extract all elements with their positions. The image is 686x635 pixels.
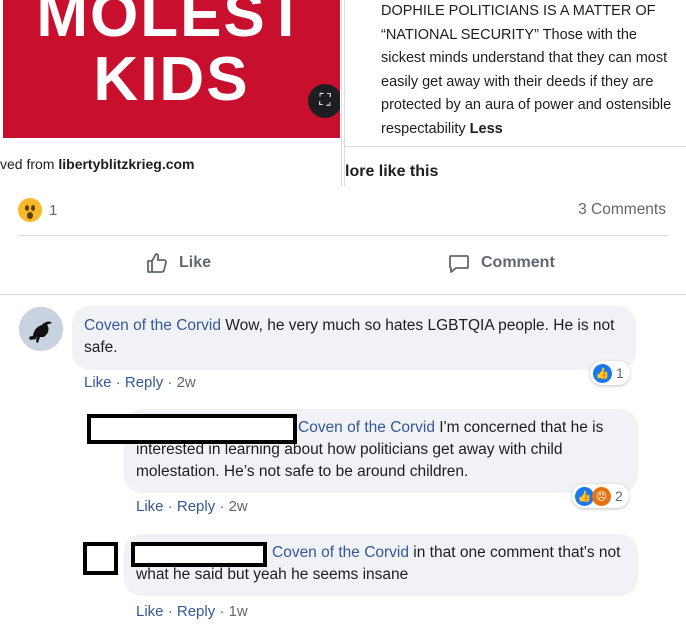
more-like-this-heading: lore like this [345,163,439,180]
expand-icon[interactable]: ⛶ [308,84,340,118]
comment-actions: Like · Reply · 2w [84,374,196,391]
post-actions: Like Comment [18,245,668,285]
thumbs-up-icon [147,253,167,273]
comment-reactions-badge[interactable]: 👍 1 [590,361,630,385]
like-button[interactable]: Like [145,251,211,275]
comment-like-link[interactable]: Like [136,603,164,620]
excerpt-card: DOPHILE POLITICIANS IS A MATTER OF “NATI… [344,0,686,186]
reaction-count: 2 [615,488,623,504]
comment-timestamp[interactable]: 2w [177,374,196,391]
source-domain: libertyblitzkrieg.com [58,156,195,172]
divider [0,294,686,295]
excerpt-body: DOPHILE POLITICIANS IS A MATTER OF “NATI… [381,3,672,137]
comment-timestamp[interactable]: 2w [229,498,248,515]
redaction-box [131,542,267,567]
comment-reply-link[interactable]: Reply [125,374,163,391]
source-prefix: ved from [0,156,59,172]
comment-timestamp[interactable]: 1w [229,603,248,620]
reaction-count[interactable]: 1 [49,202,57,219]
like-label: Like [179,254,212,271]
reactions-summary: 1 3 Comments [18,196,668,226]
comment-label: Comment [481,254,555,271]
avatar[interactable] [19,307,63,351]
comment-icon [449,255,469,273]
preview-source[interactable]: ved from libertyblitzkrieg.com [0,156,195,172]
poster-text-line2: KIDS [93,45,250,114]
comment-like-link[interactable]: Like [84,374,112,391]
preview-image[interactable]: MOLEST KIDS ⛶ [3,0,340,138]
comment-button[interactable]: Comment [447,251,555,275]
divider [345,146,686,147]
comment-author-link[interactable]: Coven of the Corvid [84,317,221,334]
comment-reactions-badge[interactable]: 👍 😠 2 [572,484,629,508]
excerpt-text: DOPHILE POLITICIANS IS A MATTER OF “NATI… [381,0,681,141]
comment-actions: Like · Reply · 2w [136,498,248,515]
redaction-box [87,414,297,444]
divider [18,235,668,236]
less-link[interactable]: Less [470,121,503,137]
comments-count-link[interactable]: 3 Comments [578,201,666,219]
comment-reply-link[interactable]: Reply [177,498,215,515]
reaction-count: 1 [616,365,624,381]
like-reaction-icon: 👍 [593,363,612,383]
shared-previews: MOLEST KIDS ⛶ ved from libertyblitzkrieg… [0,0,686,186]
comment-actions: Like · Reply · 1w [136,603,248,620]
wow-emoji-icon[interactable] [18,198,42,222]
angry-reaction-icon: 😠 [592,486,611,506]
comment-bubble: Coven of the Corvid Wow, he very much so… [72,306,636,370]
link-preview-card[interactable]: MOLEST KIDS ⛶ ved from libertyblitzkrieg… [0,0,342,186]
redacted-avatar-box [83,542,118,575]
comment-reply-link[interactable]: Reply [177,603,215,620]
crow-icon [19,307,63,351]
comment-like-link[interactable]: Like [136,498,164,515]
